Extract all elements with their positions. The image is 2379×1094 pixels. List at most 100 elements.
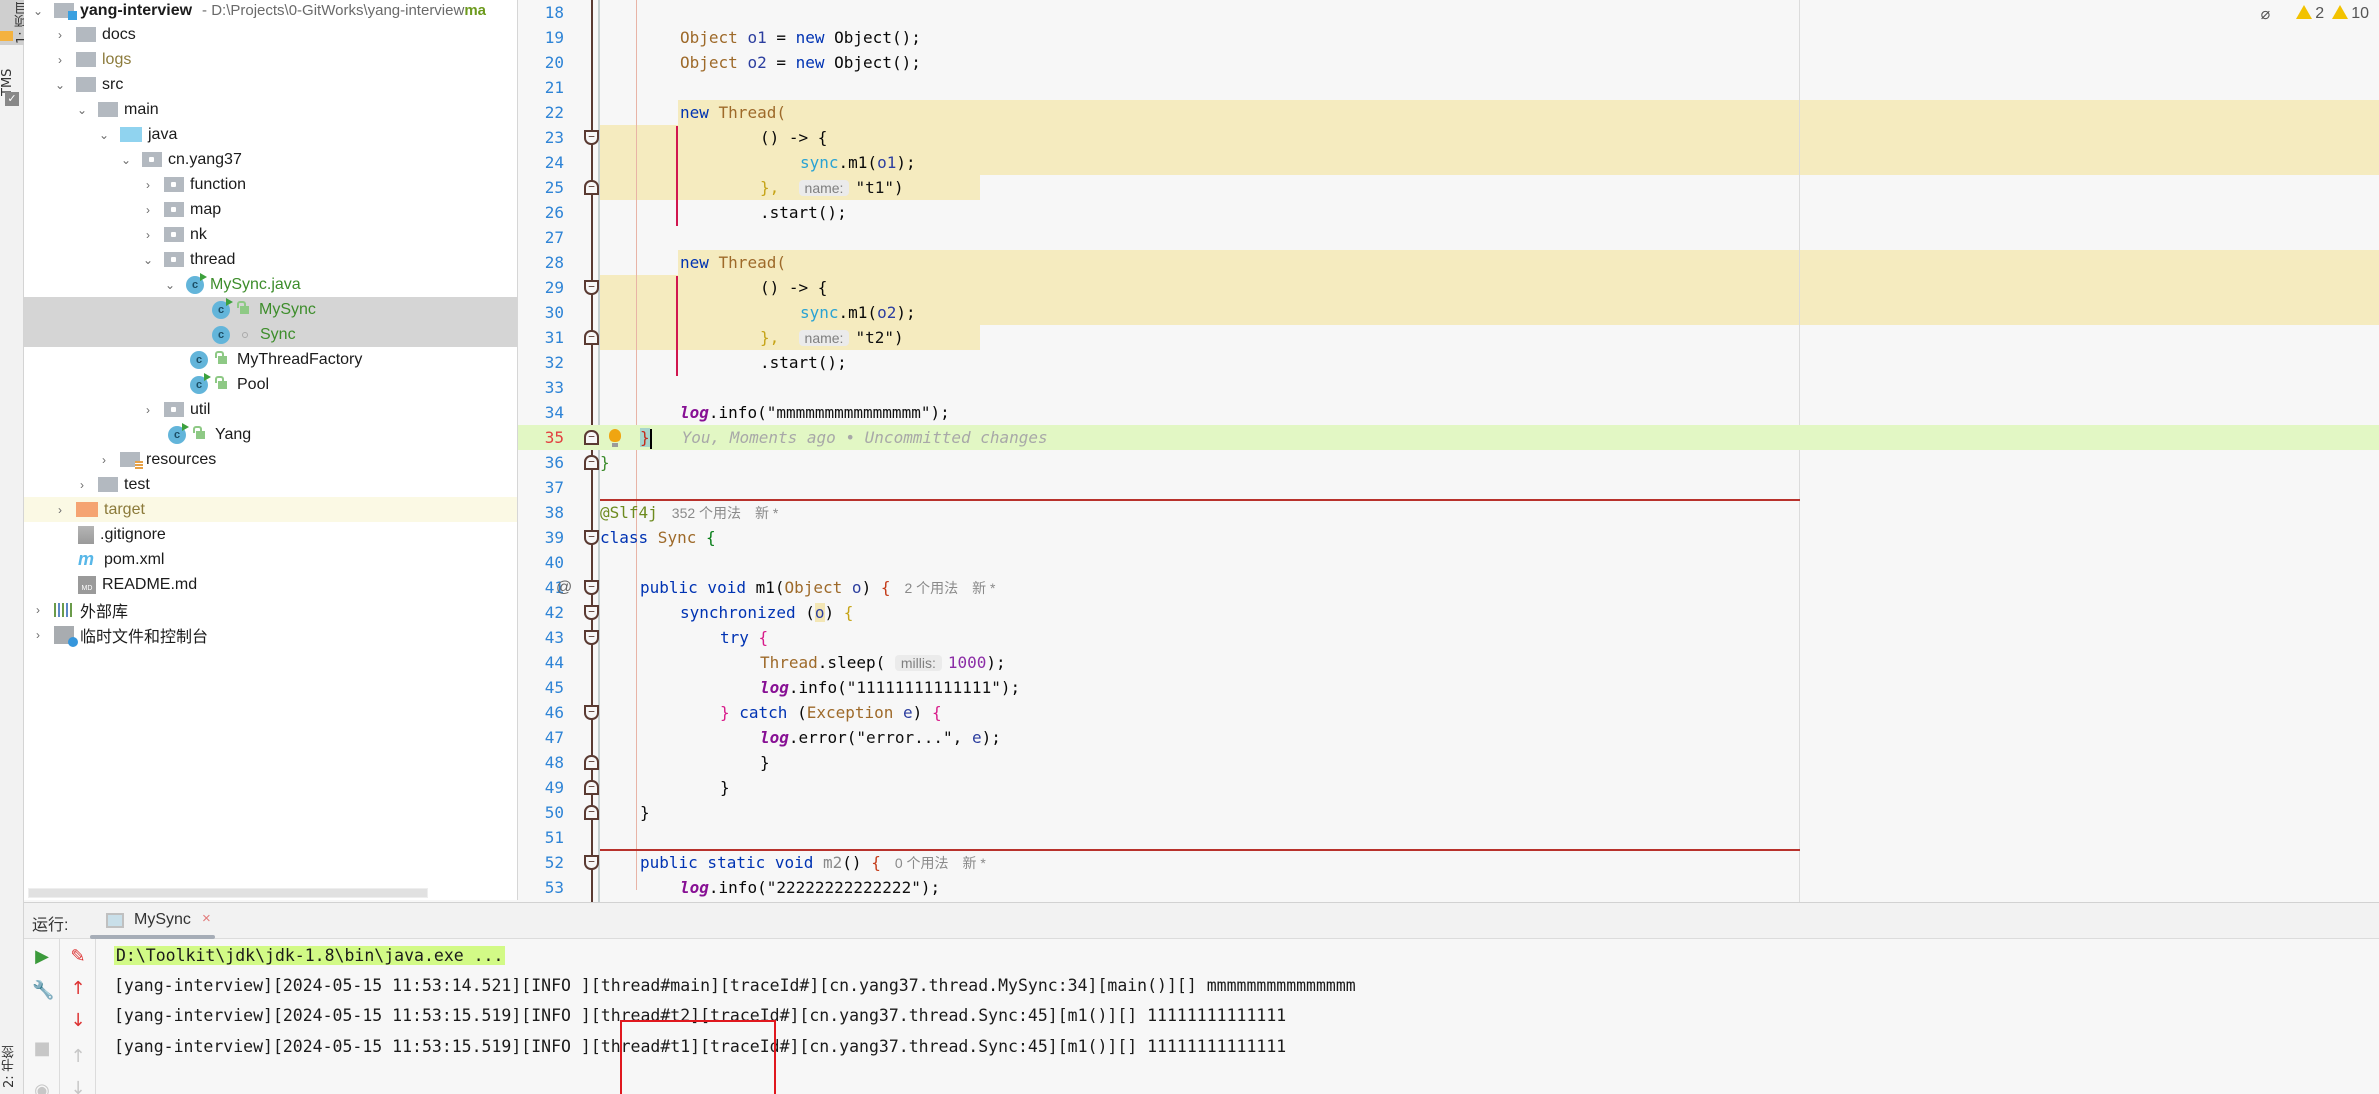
code-editor[interactable]: ⌀ 2 10 18 19 Object o1 = new Object(); 20… — [518, 0, 2379, 902]
chevron-down-icon[interactable]: ⌄ — [164, 278, 176, 292]
code-line-50: 50−} — [518, 800, 2379, 825]
code-line-33: 33 — [518, 375, 2379, 400]
tree-item-resources[interactable]: › resources — [24, 447, 517, 472]
chevron-down-icon[interactable]: ⌄ — [54, 78, 66, 92]
chevron-right-icon[interactable]: › — [54, 503, 66, 517]
tree-item-yang[interactable]: c Yang — [24, 422, 517, 447]
line-number: 33 — [544, 378, 564, 397]
tree-item-label: MySync.java — [210, 275, 301, 293]
arrow-down-icon[interactable]: ↓ — [68, 1011, 88, 1031]
tree-root[interactable]: ⌄ yang-interview - D:\Projects\0-GitWork… — [24, 0, 517, 23]
fold-toggle-icon[interactable]: − — [584, 455, 599, 470]
fold-toggle-icon[interactable]: − — [584, 705, 599, 720]
chevron-down-icon[interactable]: ⌄ — [76, 103, 88, 117]
tree-item-scratches[interactable]: › 临时文件和控制台 — [24, 622, 517, 647]
fold-toggle-icon[interactable]: − — [584, 580, 599, 595]
tree-item-mythreadfactory[interactable]: c MyThreadFactory — [24, 347, 517, 372]
wrench-icon[interactable]: 🔧 — [32, 981, 54, 1001]
fold-toggle-icon[interactable]: − — [584, 330, 599, 345]
override-marker-icon[interactable]: @ — [556, 575, 572, 600]
arrow-up-icon[interactable]: ↑ — [68, 979, 88, 999]
tree-item-test[interactable]: › test — [24, 472, 517, 497]
tree-item-readme[interactable]: MD README.md — [24, 572, 517, 597]
tree-item-logs[interactable]: › logs — [24, 47, 517, 72]
fold-toggle-icon[interactable]: − — [584, 605, 599, 620]
tree-item-external-libraries[interactable]: › 外部库 — [24, 597, 517, 622]
fold-toggle-icon[interactable]: − — [584, 280, 599, 295]
tree-item-gitignore[interactable]: .gitignore — [24, 522, 517, 547]
scroll-up-icon[interactable]: ↑ — [68, 1047, 88, 1067]
folder-icon — [98, 102, 118, 117]
usages-hint[interactable]: 2 个用法 — [904, 580, 958, 596]
tree-item-label: java — [148, 125, 178, 143]
chevron-right-icon[interactable]: › — [54, 53, 66, 67]
run-toolbar-secondary: ✎ ↑ ↓ ↑ ↓ — [60, 939, 96, 1094]
code-line-23: 23−() -> { — [518, 125, 2379, 150]
annotation-highlight-box — [620, 1020, 776, 1094]
line-number: 34 — [544, 403, 564, 422]
fold-toggle-icon[interactable]: − — [584, 530, 599, 545]
chevron-down-icon[interactable]: ⌄ — [120, 153, 132, 167]
project-tool-button[interactable]: 1: 项目 — [0, 0, 30, 45]
fold-toggle-icon[interactable]: − — [584, 755, 599, 770]
java-class-icon: c — [190, 350, 208, 369]
scroll-down-icon[interactable]: ↓ — [68, 1079, 88, 1094]
chevron-right-icon[interactable]: › — [142, 228, 154, 242]
tree-item-cn-yang37[interactable]: ⌄ cn.yang37 — [24, 147, 517, 172]
chevron-down-icon[interactable]: ⌄ — [142, 253, 154, 267]
fold-toggle-icon[interactable]: − — [584, 130, 599, 145]
tree-item-src[interactable]: ⌄ src — [24, 72, 517, 97]
stop-icon[interactable]: ■ — [32, 1039, 52, 1059]
tree-item-function[interactable]: › function — [24, 172, 517, 197]
tree-item-sync-class[interactable]: c Sync — [24, 322, 517, 347]
tree-item-mysync-class[interactable]: c MySync — [24, 297, 517, 322]
author-hint[interactable]: 新 * — [755, 505, 778, 521]
fold-toggle-icon[interactable]: − — [584, 430, 599, 445]
tree-item-pom[interactable]: m pom.xml — [24, 547, 517, 572]
package-icon — [164, 202, 184, 217]
horizontal-scrollbar[interactable] — [28, 888, 428, 898]
chevron-right-icon[interactable]: › — [142, 403, 154, 417]
chevron-right-icon[interactable]: › — [142, 178, 154, 192]
tree-item-util[interactable]: › util — [24, 397, 517, 422]
chevron-right-icon[interactable]: › — [142, 203, 154, 217]
fold-toggle-icon[interactable]: − — [584, 805, 599, 820]
line-number: 50 — [544, 803, 564, 822]
tree-item-main[interactable]: ⌄ main — [24, 97, 517, 122]
chevron-right-icon[interactable]: › — [32, 628, 44, 642]
chevron-right-icon[interactable]: › — [32, 603, 44, 617]
chevron-down-icon[interactable]: ⌄ — [98, 128, 110, 142]
author-hint[interactable]: 新 * — [963, 855, 986, 871]
chevron-right-icon[interactable]: › — [76, 478, 88, 492]
author-hint[interactable]: 新 * — [972, 580, 995, 596]
run-header: 运行: MySync × — [24, 903, 2379, 939]
console-line: [yang-interview][2024-05-15 11:53:14.521… — [114, 976, 1356, 995]
run-tab-mysync[interactable]: MySync × — [90, 903, 215, 939]
tree-item-pool[interactable]: c Pool — [24, 372, 517, 397]
fold-toggle-icon[interactable]: − — [584, 180, 599, 195]
tree-item-mysync-java[interactable]: ⌄ c MySync.java — [24, 272, 517, 297]
clear-output-icon[interactable]: ✎ — [68, 947, 88, 967]
console-command[interactable]: D:\Toolkit\jdk\jdk-1.8\bin\java.exe ... — [114, 946, 506, 965]
fold-toggle-icon[interactable]: − — [584, 855, 599, 870]
chevron-down-icon[interactable]: ⌄ — [32, 4, 44, 18]
tree-item-nk[interactable]: › nk — [24, 222, 517, 247]
usages-hint[interactable]: 352 个用法 — [672, 505, 741, 521]
tree-item-map[interactable]: › map — [24, 197, 517, 222]
close-icon[interactable]: × — [202, 910, 211, 927]
camera-icon[interactable]: ◉ — [32, 1081, 52, 1094]
rerun-icon[interactable]: ▶ — [32, 947, 52, 967]
tree-item-docs[interactable]: › docs — [24, 22, 517, 47]
tree-item-thread[interactable]: ⌄ thread — [24, 247, 517, 272]
chevron-right-icon[interactable]: › — [54, 28, 66, 42]
lightbulb-icon[interactable] — [609, 429, 621, 447]
chevron-right-icon[interactable]: › — [98, 453, 110, 467]
bookmarks-tool-button[interactable]: 2: 书签 — [0, 1040, 24, 1094]
fold-toggle-icon[interactable]: − — [584, 630, 599, 645]
usages-hint[interactable]: 0 个用法 — [895, 855, 949, 871]
checkbox-icon[interactable]: ✓ — [5, 92, 19, 106]
tree-item-target[interactable]: › target — [24, 497, 517, 522]
console-output[interactable]: D:\Toolkit\jdk\jdk-1.8\bin\java.exe ... … — [114, 939, 2379, 1094]
tree-item-java[interactable]: ⌄ java — [24, 122, 517, 147]
fold-toggle-icon[interactable]: − — [584, 780, 599, 795]
